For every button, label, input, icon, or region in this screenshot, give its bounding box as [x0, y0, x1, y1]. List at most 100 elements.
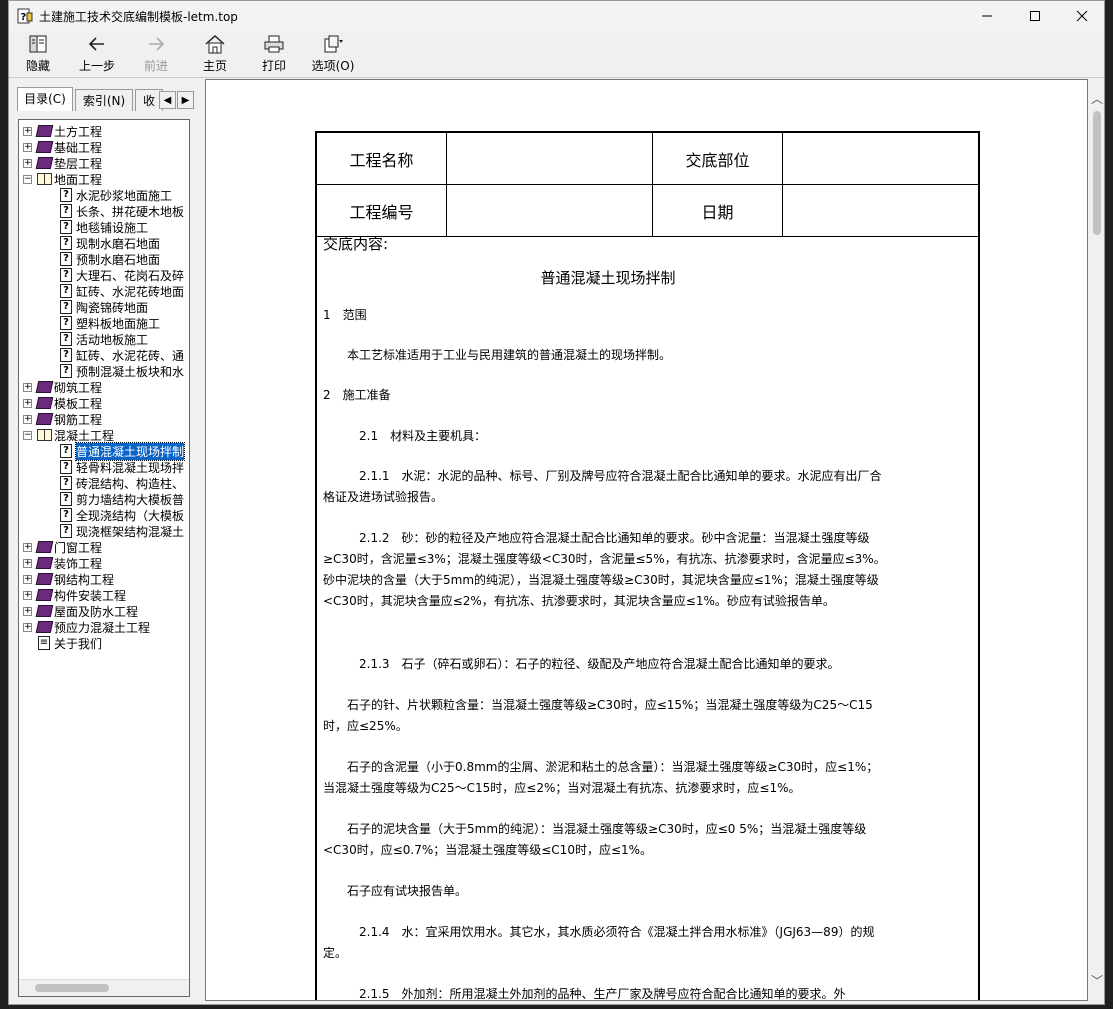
document-title: 普通混凝土现场拌制 [540, 269, 676, 287]
tree-item[interactable]: ? 大理石、花岗石及碎 [58, 267, 184, 283]
back-arrow-icon [87, 33, 107, 55]
tree-item[interactable]: − 混凝土工程 [23, 427, 114, 443]
expand-icon[interactable]: + [23, 542, 32, 552]
print-button[interactable]: 打印 [248, 33, 300, 75]
tree-item-label: 砌筑工程 [54, 380, 103, 395]
closed-book-icon [35, 540, 53, 554]
options-button[interactable]: 选项(O) [307, 33, 359, 75]
tree-item[interactable]: + 预应力混凝土工程 [23, 619, 150, 635]
tree-item[interactable]: + 钢结构工程 [23, 571, 114, 587]
project-name-value [446, 133, 653, 185]
help-page-icon: ? [58, 220, 74, 234]
expand-icon[interactable]: + [23, 398, 32, 408]
expand-icon[interactable]: + [23, 382, 32, 392]
tree-item[interactable]: ? 砖混结构、构造柱、 [58, 475, 184, 491]
tree-item[interactable]: + 装饰工程 [23, 555, 102, 571]
expand-icon[interactable]: + [23, 606, 32, 616]
tree-item[interactable]: ? 陶瓷锦砖地面 [58, 299, 148, 315]
expand-icon[interactable]: + [23, 558, 32, 568]
tree-scroll-thumb[interactable] [35, 984, 109, 992]
home-icon [204, 33, 226, 55]
help-page-icon: ? [58, 444, 74, 458]
tree-item[interactable]: ? 普通混凝土现场拌制 [58, 441, 186, 461]
expand-icon[interactable]: + [23, 590, 32, 600]
tree-item[interactable]: + 模板工程 [23, 395, 102, 411]
tree-item[interactable]: + 砌筑工程 [23, 379, 102, 395]
tree-item[interactable]: ? 预制水磨石地面 [58, 251, 160, 267]
collapse-icon[interactable]: − [23, 174, 32, 184]
tree-item[interactable]: ? 轻骨料混凝土现场拌 [58, 459, 184, 475]
help-page-icon: ? [58, 476, 74, 490]
printer-icon [263, 33, 285, 55]
tree-item[interactable]: + 基础工程 [23, 139, 102, 155]
tree-item[interactable]: + 土方工程 [23, 123, 102, 139]
minimize-button[interactable] [964, 1, 1010, 31]
chevron-up-icon: ︿ [1090, 92, 1103, 106]
home-button[interactable]: 主页 [189, 33, 241, 75]
help-page-icon: ? [58, 268, 74, 282]
tree-item-label: 模板工程 [54, 396, 103, 411]
tree-item[interactable]: + 钢筋工程 [23, 411, 102, 427]
document-paragraph: 石子的针、片状颗粒含量：当混凝土强度等级≥C30时，应≤15%；当混凝土强度等级… [323, 698, 873, 733]
content-scroll-thumb[interactable] [1093, 111, 1101, 235]
tree-item-label: 地毯铺设施工 [76, 220, 149, 235]
closed-book-icon [35, 604, 53, 618]
close-icon [1076, 10, 1088, 22]
maximize-icon [1030, 11, 1040, 21]
tab-scroll-arrows: ◀ ▶ [159, 91, 195, 109]
window-title: 土建施工技术交底编制模板-letm.top [39, 10, 238, 24]
back-label: 上一步 [78, 59, 115, 73]
tree-item[interactable]: ≡ 关于我们 [23, 635, 102, 651]
close-button[interactable] [1059, 1, 1104, 31]
tree-item[interactable]: ? 塑料板地面施工 [58, 315, 160, 331]
tree-item[interactable]: + 屋面及防水工程 [23, 603, 138, 619]
tree-item-label: 全现浇结构（大模板 [76, 508, 185, 523]
expand-icon[interactable]: + [23, 622, 32, 632]
tree-item[interactable]: ? 缸砖、水泥花砖地面 [58, 283, 184, 299]
content-pane: 工程名称 交底部位 工程编号 日期 交底内容: 普通混凝土现场拌制 1 范围 本… [205, 79, 1088, 1001]
content-vertical-scrollbar[interactable]: ︿ ﹀ [1089, 79, 1104, 1001]
hide-button[interactable]: 隐藏 [12, 33, 64, 75]
tree-item[interactable]: ? 水泥砂浆地面施工 [58, 187, 172, 203]
tab-contents[interactable]: 目录(C) [17, 87, 73, 111]
closed-book-icon [35, 156, 53, 170]
tab-index[interactable]: 索引(N) [75, 89, 133, 111]
document-paragraph: 1 范围 [323, 308, 367, 322]
expand-icon[interactable]: + [23, 574, 32, 584]
tree-item[interactable]: ? 地毯铺设施工 [58, 219, 148, 235]
expand-icon[interactable]: + [23, 158, 32, 168]
tree-item[interactable]: + 构件安装工程 [23, 587, 126, 603]
tree-item[interactable]: ? 长条、拼花硬木地板 [58, 203, 184, 219]
expand-icon[interactable]: + [23, 414, 32, 424]
document-paragraph: 石子应有试块报告单。 [323, 884, 468, 898]
tree-horizontal-scrollbar[interactable] [19, 979, 189, 996]
collapse-icon[interactable]: − [23, 430, 32, 440]
tree-item[interactable]: ? 现制水磨石地面 [58, 235, 160, 251]
tree-item-label: 缸砖、水泥花砖地面 [76, 284, 185, 299]
expand-icon[interactable]: + [23, 142, 32, 152]
expand-icon[interactable]: + [23, 126, 32, 136]
tab-scroll-left-button[interactable]: ◀ [159, 91, 176, 109]
forward-button[interactable]: 前进 [130, 33, 182, 75]
tree-item[interactable]: + 门窗工程 [23, 539, 102, 555]
closed-book-icon [35, 620, 53, 634]
scroll-down-button[interactable]: ﹀ [1089, 973, 1104, 989]
scroll-up-button[interactable]: ︿ [1089, 91, 1104, 107]
tree-item-label: 屋面及防水工程 [54, 604, 139, 619]
tree-item[interactable]: ? 预制混凝土板块和水 [58, 363, 184, 379]
tree-item-label: 基础工程 [54, 140, 103, 155]
tree-item[interactable]: ? 剪力墙结构大模板普 [58, 491, 184, 507]
tree-item[interactable]: + 垫层工程 [23, 155, 102, 171]
tree-item[interactable]: ? 活动地板施工 [58, 331, 148, 347]
maximize-button[interactable] [1012, 1, 1058, 31]
document-paragraph: 2.1 材料及主要机具： [323, 429, 487, 443]
tab-scroll-right-button[interactable]: ▶ [177, 91, 194, 109]
navigation-pane: 目录(C) 索引(N) 收 ◀ ▶ + 土方工程 + 基础工程 + 垫层工程 − 地面工程? 水… [13, 81, 197, 1001]
back-button[interactable]: 上一步 [71, 33, 123, 75]
tree-item[interactable]: ? 缸砖、水泥花砖、通 [58, 347, 184, 363]
open-book-icon [36, 172, 52, 186]
tree-item[interactable]: ? 现浇框架结构混凝土 [58, 523, 184, 539]
tree-item[interactable]: ? 全现浇结构（大模板 [58, 507, 184, 523]
tree-item[interactable]: − 地面工程 [23, 171, 102, 187]
forward-arrow-icon [146, 33, 166, 55]
